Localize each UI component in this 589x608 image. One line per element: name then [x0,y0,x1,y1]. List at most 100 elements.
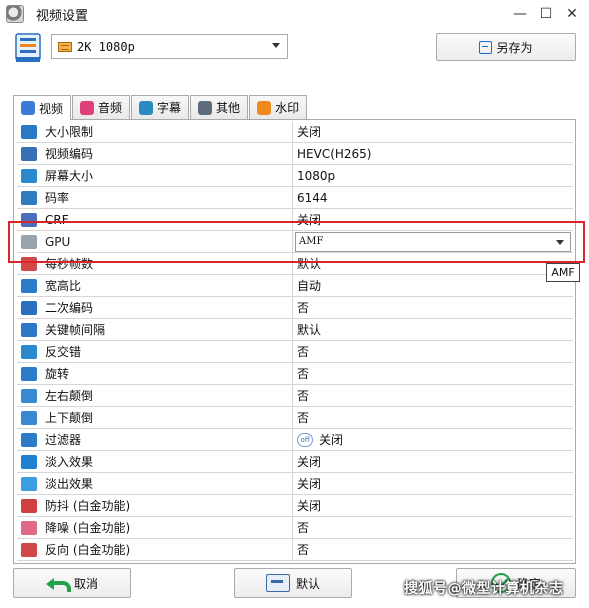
property-row[interactable]: 左右颠倒 否 [17,385,573,407]
property-row[interactable]: 过滤器 off 关闭 [17,429,573,451]
property-value: 否 [297,389,310,403]
denoise-icon [21,520,37,535]
property-row[interactable]: 淡出效果 关闭 [17,473,573,495]
preset-dropdown[interactable]: 2K 1080p [51,34,288,59]
property-row[interactable]: 屏幕大小 1080p [17,165,573,187]
tab-label: 音频 [98,101,123,115]
property-value-cell[interactable]: 关闭 [293,451,573,472]
property-value-cell[interactable]: 默认 [293,253,573,274]
property-name: 左右颠倒 [45,389,94,403]
property-row[interactable]: 关键帧间隔 默认 [17,319,573,341]
property-name-cell: 上下颠倒 [17,407,293,428]
tab-0[interactable]: 视频 [13,95,72,120]
tab-label: 字幕 [157,101,182,115]
property-name-cell: 二次编码 [17,297,293,318]
property-value-cell[interactable]: 6144 [293,187,573,208]
property-value-cell[interactable]: 否 [293,363,573,384]
property-value: 默认 [297,323,322,337]
property-row[interactable]: CRF 关闭 [17,209,573,231]
property-row[interactable]: 防抖 (白金功能) 关闭 [17,495,573,517]
property-value-cell[interactable]: 关闭 [293,121,573,142]
default-button[interactable]: 默认 [234,568,352,598]
reverse-icon [21,542,37,557]
property-row[interactable]: 宽高比 自动 [17,275,573,297]
fade-in-icon [21,454,37,469]
property-value-cell[interactable]: HEVC(H265) [293,143,573,164]
property-value: 否 [297,367,310,381]
watermark-text: 搜狐号@微型计算机杂志 [404,581,564,597]
property-value-cell[interactable]: off 关闭 [293,429,573,450]
maximize-icon[interactable]: ☐ [535,4,557,24]
tab-3[interactable]: 其他 [190,95,249,119]
minimize-icon[interactable]: — [509,4,531,24]
property-name: 淡入效果 [45,455,94,469]
property-value-cell[interactable]: 否 [293,385,573,406]
film-icon [58,41,72,52]
property-name-cell: 宽高比 [17,275,293,296]
property-value-cell[interactable]: 自动 [293,275,573,296]
property-name: 大小限制 [45,125,94,139]
property-row[interactable]: 旋转 否 [17,363,573,385]
property-row[interactable]: 淡入效果 关闭 [17,451,573,473]
property-name: 过滤器 [45,433,82,447]
video-icon [21,101,35,115]
property-name-cell: GPU [17,231,293,252]
property-row[interactable]: 二次编码 否 [17,297,573,319]
ruler-icon [21,124,37,139]
tab-4[interactable]: 水印 [249,95,308,119]
property-name-cell: 左右颠倒 [17,385,293,406]
property-value: 关闭 [297,125,322,139]
property-name: 二次编码 [45,301,94,315]
property-value: 关闭 [319,433,344,447]
property-row[interactable]: 反交错 否 [17,341,573,363]
flip-h-icon [21,388,37,403]
property-value-cell[interactable]: 默认 [293,319,573,340]
property-row[interactable]: 降噪 (白金功能) 否 [17,517,573,539]
property-value-cell[interactable]: 否 [293,297,573,318]
property-name-cell: 淡入效果 [17,451,293,472]
property-name-cell: 大小限制 [17,121,293,142]
property-name: 视频编码 [45,147,94,161]
property-value-cell[interactable]: 关闭 [293,473,573,494]
property-row[interactable]: 视频编码 HEVC(H265) [17,143,573,165]
property-value: 关闭 [297,455,322,469]
back-arrow-icon [45,575,71,592]
property-row[interactable]: 上下颠倒 否 [17,407,573,429]
property-row[interactable]: 大小限制 关闭 [17,121,573,143]
tab-2[interactable]: 字幕 [131,95,190,119]
property-value-cell[interactable]: 否 [293,539,573,560]
tab-1[interactable]: 音频 [72,95,131,119]
property-value-cell[interactable]: 关闭 [293,495,573,516]
property-value-cell[interactable]: AMF [293,231,573,252]
cancel-button[interactable]: 取消 [13,568,131,598]
property-row[interactable]: 反向 (白金功能) 否 [17,539,573,561]
property-value-cell[interactable]: 关闭 [293,209,573,230]
aspect-icon [21,278,37,293]
property-name-cell: 过滤器 [17,429,293,450]
property-name: 防抖 (白金功能) [45,499,131,513]
property-name-cell: 视频编码 [17,143,293,164]
property-row[interactable]: GPU AMF [17,231,573,253]
cancel-label: 取消 [73,576,98,591]
property-value-cell[interactable]: 否 [293,341,573,362]
gpu-dropdown[interactable]: AMF [295,231,571,252]
property-row[interactable]: 每秒帧数 默认 [17,253,573,275]
tools-icon [198,100,213,115]
property-value: 默认 [297,257,322,271]
property-row[interactable]: 码率 6144 [17,187,573,209]
toggle-off-icon[interactable]: off [297,432,313,447]
property-value-cell[interactable]: 否 [293,407,573,428]
property-value-cell[interactable]: 1080p [293,165,573,186]
chevron-down-icon [556,239,564,245]
property-value: HEVC(H265) [297,146,372,161]
fade-out-icon [21,476,37,491]
property-name-cell: 降噪 (白金功能) [17,517,293,538]
property-value-cell[interactable]: 否 [293,517,573,538]
window-title: 视频设置 [36,8,89,24]
property-name-cell: 防抖 (白金功能) [17,495,293,516]
gpu-value: AMF [299,236,324,247]
close-icon[interactable]: ✕ [561,4,583,24]
property-name-cell: 反向 (白金功能) [17,539,293,560]
property-name: 宽高比 [45,279,82,293]
save-as-button[interactable]: 另存为 [436,33,576,61]
